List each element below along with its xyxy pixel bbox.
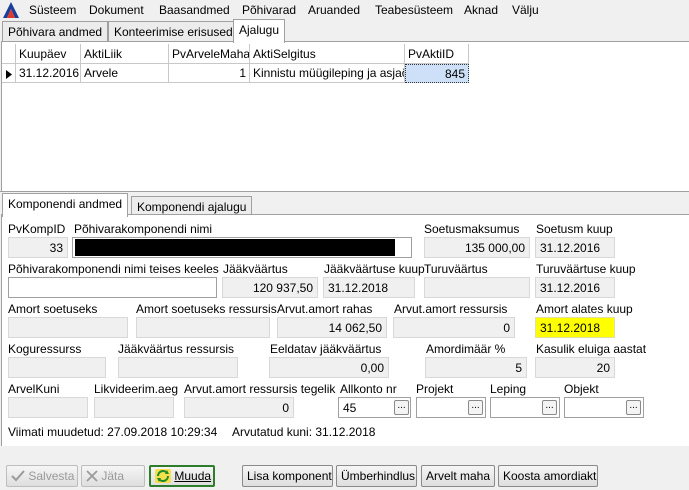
allkonto-lookup-button[interactable]: ... bbox=[394, 400, 409, 415]
objekt-lookup-button[interactable]: ... bbox=[626, 400, 641, 415]
amort-soet-ressursis-field[interactable] bbox=[136, 317, 270, 338]
label-arvut-amort-ressursis: Arvut.amort ressursis bbox=[394, 302, 508, 316]
tab-pohivara-andmed[interactable]: Põhivara andmed bbox=[2, 21, 109, 42]
turuvaartus-field[interactable] bbox=[424, 277, 530, 298]
label-arvut-amort-rahas: Arvut.amort rahas bbox=[277, 302, 373, 316]
arvut-amort-tegelik-field[interactable]: 0 bbox=[184, 397, 294, 418]
save-button-label: Salvesta bbox=[28, 469, 75, 483]
turuvaartuse-kuup-field[interactable]: 31.12.2016 bbox=[535, 277, 615, 298]
menu-valju[interactable]: Välju bbox=[512, 3, 539, 17]
label-arvut-amort-tegelik: Arvut.amort ressursis tegelik bbox=[184, 382, 336, 396]
save-button[interactable]: Salvesta bbox=[6, 465, 78, 487]
soetusm-kuup-field[interactable]: 31.12.2016 bbox=[535, 237, 615, 258]
write-off-button[interactable]: Arvelt maha bbox=[421, 465, 495, 487]
label-leping: Leping bbox=[490, 382, 527, 396]
label-allkonto-nr: Allkonto nr bbox=[340, 382, 397, 396]
label-komp-nimi: Põhivarakomponendi nimi bbox=[74, 222, 213, 236]
label-turuvaartuse-kuup: Turuväärtuse kuup bbox=[536, 262, 636, 276]
jaakvaartus-field[interactable]: 120 937,50 bbox=[222, 277, 318, 298]
tab-komponendi-andmed[interactable]: Komponendi andmed bbox=[2, 193, 129, 217]
checkmark-icon bbox=[11, 470, 25, 482]
grid-col-aktiselgitus[interactable]: AktiSelgitus bbox=[250, 44, 405, 64]
menu-bar: Süsteem Dokument Baasandmed Põhivarad Ar… bbox=[0, 0, 689, 20]
menu-teabesusteem[interactable]: Teabesüsteem bbox=[375, 3, 453, 17]
label-komp-nimi-teises: Põhivarakomponendi nimi teises keeles bbox=[8, 262, 219, 276]
redacted-text bbox=[75, 239, 395, 256]
add-component-button[interactable]: Lisa komponent bbox=[242, 465, 333, 487]
tab-ajalugu[interactable]: Ajalugu bbox=[233, 19, 286, 43]
label-pvkompid: PvKompID bbox=[8, 222, 66, 236]
refresh-icon bbox=[155, 469, 171, 483]
cancel-button[interactable]: Jäta bbox=[81, 465, 145, 487]
grid-col-aktiliik[interactable]: AktiLiik bbox=[81, 44, 169, 64]
cell-aktiliik[interactable]: Arvele bbox=[81, 64, 169, 83]
amort-soetuseks-field[interactable] bbox=[8, 317, 128, 338]
arvut-amort-ressursis-field[interactable]: 0 bbox=[393, 317, 515, 338]
label-objekt: Objekt bbox=[564, 382, 599, 396]
edit-button[interactable]: Muuda bbox=[149, 465, 215, 487]
label-amort-soet-ressursis: Amort soetuseks ressursis bbox=[136, 302, 277, 316]
koguressurss-field[interactable] bbox=[8, 357, 106, 378]
label-jaakvaartuse-kuup: Jääkväärtuse kuup bbox=[324, 262, 425, 276]
grid-col-kuupaev[interactable]: Kuupäev bbox=[16, 44, 81, 64]
label-soetusm-kuup: Soetusm kuup bbox=[536, 222, 613, 236]
label-eeldatav-jaakvaartus: Eeldatav jääkväärtus bbox=[270, 342, 382, 356]
app-logo-icon bbox=[3, 2, 19, 18]
menu-baasandmed[interactable]: Baasandmed bbox=[159, 3, 230, 17]
close-icon bbox=[86, 470, 98, 482]
calculated-until-text: Arvutatud kuni: 31.12.2018 bbox=[232, 425, 376, 439]
cell-pvarvelemaha[interactable]: 1 bbox=[169, 64, 250, 83]
label-koguressurss: Koguressurss bbox=[8, 342, 82, 356]
pvkompid-field[interactable]: 33 bbox=[8, 237, 68, 258]
komp-nimi-field[interactable] bbox=[72, 237, 412, 258]
arvelkuni-field[interactable] bbox=[8, 397, 88, 418]
menu-pohivarad[interactable]: Põhivarad bbox=[242, 3, 296, 17]
menu-dokument[interactable]: Dokument bbox=[89, 3, 144, 17]
cell-kuupaev[interactable]: 31.12.2016 bbox=[16, 64, 81, 83]
edit-button-label: Muuda bbox=[174, 469, 212, 483]
amort-alates-kuup-field[interactable]: 31.12.2018 bbox=[535, 317, 615, 338]
grid-col-pvarvelemaha[interactable]: PvArveleMaha bbox=[169, 44, 250, 64]
eeldatav-jaakvaartus-field[interactable]: 0,00 bbox=[269, 357, 389, 378]
label-kasulik-eluiga: Kasulik eluiga aastat bbox=[536, 342, 647, 356]
amordimaar-field[interactable]: 5 bbox=[425, 357, 527, 378]
jaakvaartuse-kuup-field[interactable]: 31.12.2018 bbox=[323, 277, 415, 298]
label-turuvaartus: Turuväärtus bbox=[424, 262, 488, 276]
label-amordimaar: Amordimäär % bbox=[426, 342, 506, 356]
jaakvaartus-ressursis-field[interactable] bbox=[118, 357, 238, 378]
label-projekt: Projekt bbox=[416, 382, 454, 396]
menu-aruanded[interactable]: Aruanded bbox=[308, 3, 360, 17]
menu-susteem[interactable]: Süsteem bbox=[29, 3, 76, 17]
cell-aktiselgitus[interactable]: Kinnistu müügileping ja asjaõ bbox=[250, 64, 405, 83]
grid-corner bbox=[2, 44, 16, 64]
row-indicator-icon bbox=[2, 64, 16, 83]
create-depreciation-act-button[interactable]: Koosta amordiakt bbox=[498, 465, 598, 487]
label-soetusmaksumus: Soetusmaksumus bbox=[424, 222, 520, 236]
projekt-lookup-button[interactable]: ... bbox=[468, 400, 483, 415]
label-arvelkuni: ArvelKuni bbox=[8, 382, 60, 396]
last-modified-text: Viimati muudetud: 27.09.2018 10:29:34 bbox=[8, 425, 218, 439]
cell-pvaktiid[interactable]: 845 bbox=[405, 64, 469, 83]
label-likvideerim-aeg: Likvideerim.aeg bbox=[94, 382, 179, 396]
grid-col-pvaktiid[interactable]: PvAktiID bbox=[405, 44, 469, 64]
arvut-amort-rahas-field[interactable]: 14 062,50 bbox=[277, 317, 387, 338]
label-jaakvaartus: Jääkväärtus bbox=[223, 262, 288, 276]
label-jaakvaartus-ressursis: Jääkväärtus ressursis bbox=[118, 342, 235, 356]
kasulik-eluiga-field[interactable]: 20 bbox=[535, 357, 615, 378]
label-amort-soetuseks: Amort soetuseks bbox=[8, 302, 98, 316]
komp-nimi-teises-field[interactable] bbox=[8, 277, 217, 298]
revaluation-button[interactable]: Ümberhindlus bbox=[336, 465, 417, 487]
leping-lookup-button[interactable]: ... bbox=[542, 400, 557, 415]
likvideerim-aeg-field[interactable] bbox=[94, 397, 174, 418]
tab-konteerimise-erisused[interactable]: Konteerimise erisused bbox=[108, 21, 239, 42]
label-amort-alates-kuup: Amort alates kuup bbox=[536, 302, 633, 316]
menu-aknad[interactable]: Aknad bbox=[464, 3, 498, 17]
cancel-button-label: Jäta bbox=[101, 469, 125, 483]
soetusmaksumus-field[interactable]: 135 000,00 bbox=[424, 237, 530, 258]
